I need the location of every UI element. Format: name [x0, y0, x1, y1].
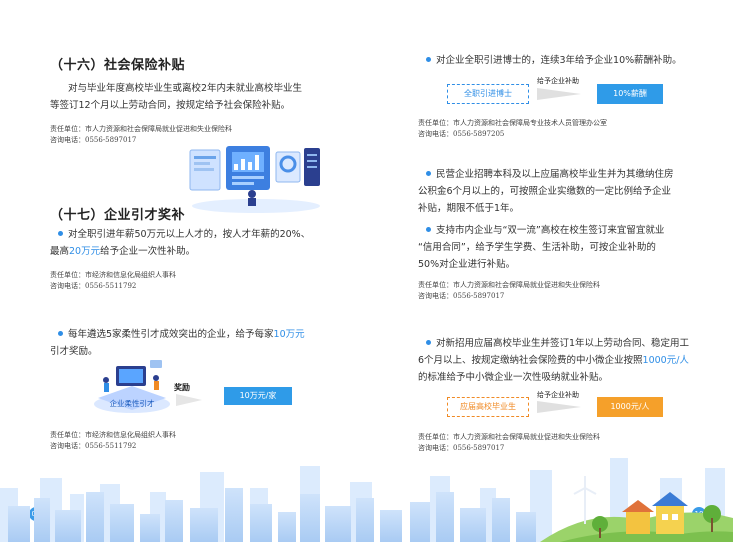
item1-highlight: 20万元 [69, 246, 101, 257]
contact-phone: 咨询电话：0556-5511792 [50, 282, 137, 290]
item2-line3: 补贴，期限不低于1年。 [418, 203, 520, 214]
section-16-line1: 对与毕业年度高校毕业生或离校2年内未就业高校毕业生 [68, 83, 303, 94]
item4-line2-pre: 6个月以上、按规定缴纳社会保险费的中小微企业按照 [418, 355, 643, 366]
item-text: 对企业全职引进博士的，连续3年给予企业10%薪酬补助。 [436, 55, 682, 66]
item4-line3: 的标准给予中小微企业一次性吸纳就业补贴。 [418, 372, 609, 383]
right-item4-text: 对新招用应届高校毕业生并签订1年以上劳动合同、稳定用工 6个月以上、按规定缴纳社… [418, 335, 718, 386]
section-17-item2: 每年遴选5家柔性引才成效突出的企业，给予每家10万元 引才奖励。 [50, 326, 350, 360]
item4-highlight: 1000元/人 [642, 355, 689, 366]
bullet-icon [426, 171, 431, 176]
responsible-unit: 责任单位：市人力资源和社会保障局专业技术人员管理办公室 [418, 119, 607, 127]
bullet-icon [58, 331, 63, 336]
item1-line1: 对全职引进年薪50万元以上人才的，按人才年薪的20%、 [68, 229, 311, 240]
responsible-unit: 责任单位：市人力资源和社会保障局就业促进和失业保险科 [418, 433, 600, 441]
item4-line1: 对新招用应届高校毕业生并签订1年以上劳动合同、稳定用工 [436, 338, 690, 349]
right-item1-text: 对企业全职引进博士的，连续3年给予企业10%薪酬补助。 [418, 52, 708, 69]
analytics-illustration [186, 144, 324, 214]
responsible-unit: 责任单位：市人力资源和社会保障局就业促进和失业保险科 [418, 281, 600, 289]
item2-highlight: 10万元 [273, 329, 305, 340]
right-item1-contact: 责任单位：市人力资源和社会保障局专业技术人员管理办公室 咨询电话：0556-58… [418, 118, 607, 140]
diagram-result-box: 10万元/家 [224, 387, 292, 405]
item3-line2: “信用合同”，给予学生学费、生活补助，可按企业补助的 [418, 242, 656, 253]
right-item1-arrow-label: 给予企业补助 [537, 77, 579, 85]
contact-phone: 咨询电话：0556-5897017 [418, 292, 505, 300]
right-item4-box: 应届高校毕业生 [447, 397, 529, 417]
responsible-unit: 责任单位：市人力资源和社会保障局就业促进和失业保险科 [50, 125, 232, 133]
arrow-right-icon [537, 88, 581, 100]
right-item1-result: 10%薪酬 [597, 84, 663, 104]
item2-line2: 公积金6个月以上的，可按照企业实缴数的一定比例给予企业 [418, 186, 672, 197]
arrow-right-icon [176, 394, 202, 406]
right-item3-text: 支持市内企业与“双一流”高校在校生签订来宜留宜就业 “信用合同”，给予学生学费、… [418, 222, 718, 273]
contact-phone: 咨询电话：0556-5897205 [418, 130, 505, 138]
section-16-line2: 等签订12个月以上劳动合同，按规定给予社会保险补贴。 [50, 100, 291, 111]
bullet-icon [426, 227, 431, 232]
responsible-unit: 责任单位：市经济和信息化局组织人事科 [50, 431, 176, 439]
bullet-icon [58, 231, 63, 236]
section-16-paragraph: 对与毕业年度高校毕业生或离校2年内未就业高校毕业生 等签订12个月以上劳动合同，… [50, 80, 350, 114]
item3-line3: 50%对企业进行补贴。 [418, 259, 516, 270]
right-item3-contact: 责任单位：市人力资源和社会保障局就业促进和失业保险科 咨询电话：0556-589… [418, 280, 600, 302]
diagram-arrow-label: 奖励 [174, 383, 190, 392]
bullet-icon [426, 340, 431, 345]
responsible-unit: 责任单位：市经济和信息化局组织人事科 [50, 271, 176, 279]
item1-line2-post: 给予企业一次性补助。 [100, 246, 196, 257]
bullet-icon [426, 57, 431, 62]
right-item4-arrow-label: 给予企业补助 [537, 391, 579, 399]
item3-line1: 支持市内企业与“双一流”高校在校生签订来宜留宜就业 [436, 225, 665, 236]
arrow-right-icon [537, 401, 581, 413]
right-item1-box: 全职引进博士 [447, 84, 529, 104]
item2-line1-pre: 每年遴选5家柔性引才成效突出的企业，给予每家 [68, 329, 274, 340]
diagram-label: 企业柔性引才 [109, 399, 155, 408]
section-17-item1-contact: 责任单位：市经济和信息化局组织人事科 咨询电话：0556-5511792 [50, 270, 176, 292]
right-item4-result: 1000元/人 [597, 397, 663, 417]
section-16-title: （十六）社会保险补贴 [50, 58, 186, 73]
section-17-item1: 对全职引进年薪50万元以上人才的，按人才年薪的20%、 最高20万元给予企业一次… [50, 226, 350, 260]
section-16-contact: 责任单位：市人力资源和社会保障局就业促进和失业保险科 咨询电话：0556-589… [50, 124, 232, 146]
right-item2-text: 民营企业招聘本科及以上应届高校毕业生并为其缴纳住房 公积金6个月以上的，可按照企… [418, 166, 718, 217]
item2-line1: 民营企业招聘本科及以上应届高校毕业生并为其缴纳住房 [436, 169, 674, 180]
cityscape-illustration [0, 448, 733, 542]
item1-line2-pre: 最高 [50, 246, 70, 257]
section-17-title: （十七）企业引才奖补 [50, 208, 186, 223]
